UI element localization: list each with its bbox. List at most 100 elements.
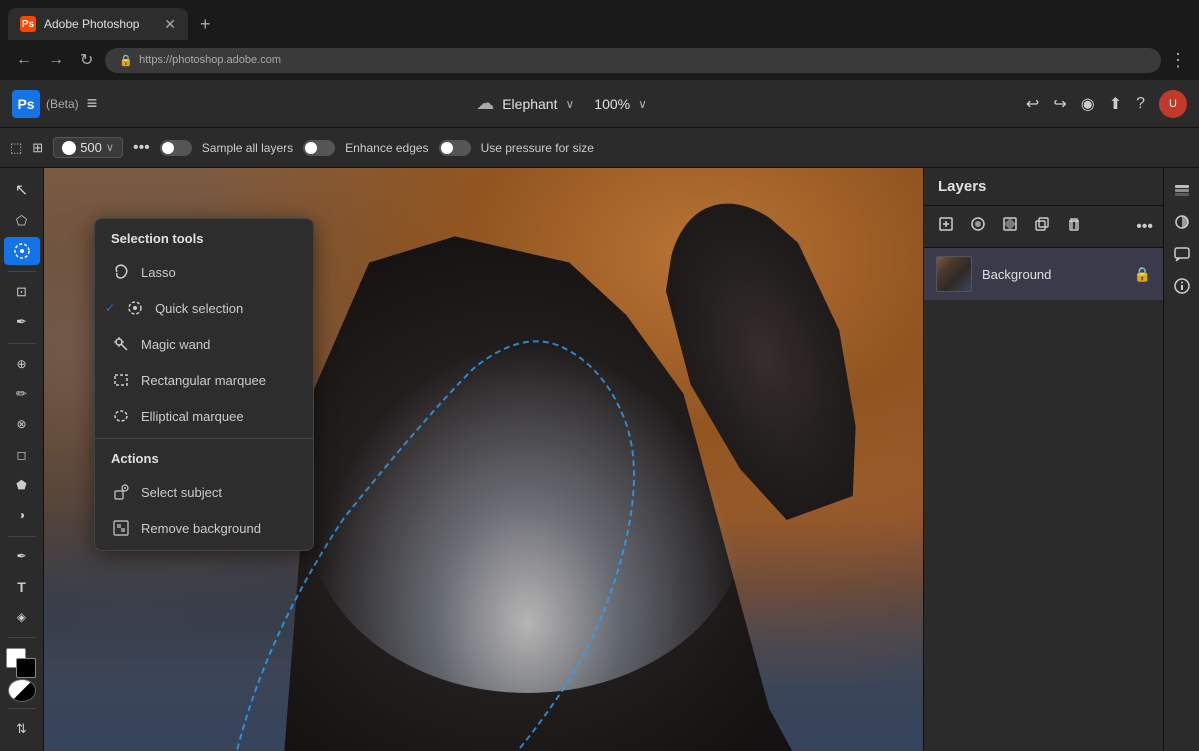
shape-tool-button[interactable]: ◈: [4, 603, 40, 631]
background-layer-item[interactable]: Background 🔒: [924, 248, 1163, 300]
adjustment-layer-button[interactable]: [998, 212, 1022, 241]
refresh-button[interactable]: ↻: [76, 46, 97, 74]
zoom-level: 100%: [594, 96, 630, 112]
polygon-tool-button[interactable]: ⬠: [4, 206, 40, 234]
discover-button[interactable]: ◉: [1081, 94, 1095, 114]
enhance-edges-knob: [305, 142, 317, 154]
photoshop-app: Ps (Beta) ≡ ☁ Elephant ∨ 100% ∨ ↩ ↪ ◉ ⬆ …: [0, 80, 1199, 751]
url-text: https://photoshop.adobe.com: [139, 54, 281, 66]
hamburger-menu-button[interactable]: ≡: [87, 93, 98, 114]
panel-more-button[interactable]: •••: [1136, 218, 1153, 236]
remove-background-item[interactable]: Remove background: [95, 510, 313, 550]
dodge-tool-button[interactable]: ◑: [4, 501, 40, 529]
select-subject-item[interactable]: Select subject: [95, 474, 313, 510]
heal-tool-button[interactable]: ⊕: [4, 349, 40, 377]
brush-circle-icon: [62, 141, 76, 155]
sort-tool-button[interactable]: ⇅: [4, 715, 40, 743]
lasso-tool-item[interactable]: Lasso: [95, 254, 313, 290]
toolbar-divider5: [8, 708, 36, 709]
move-tool-button[interactable]: ↖: [4, 176, 40, 204]
toolbar-right: ↩ ↪ ◉ ⬆ ? U: [1026, 90, 1187, 118]
comments-icon-button[interactable]: [1168, 240, 1196, 268]
toolbar-center: ☁ Elephant ∨ 100% ∨: [97, 93, 1026, 114]
help-button[interactable]: ?: [1136, 95, 1145, 113]
add-mask-button[interactable]: [966, 212, 990, 241]
magic-wand-icon: [111, 334, 131, 354]
more-options-button[interactable]: •••: [133, 139, 150, 157]
layers-icon-button[interactable]: [1168, 176, 1196, 204]
new-tab-button[interactable]: +: [192, 10, 219, 39]
toolbar-divider2: [8, 343, 36, 344]
quick-selection-item[interactable]: ✓ Quick selection: [95, 290, 313, 326]
address-bar: ← → ↻ 🔒 https://photoshop.adobe.com ⋮: [0, 40, 1199, 80]
select-subject-icon: [111, 482, 131, 502]
pressure-toggle[interactable]: [439, 140, 471, 156]
eraser-tool-button[interactable]: ◻: [4, 440, 40, 468]
undo-button[interactable]: ↩: [1026, 94, 1039, 114]
active-tab[interactable]: Ps Adobe Photoshop ✕: [8, 8, 188, 40]
share-button[interactable]: ⬆: [1109, 94, 1122, 114]
select-subject-label: Select subject: [141, 485, 222, 500]
panel-toolbar: •••: [924, 206, 1163, 248]
ellip-marquee-item[interactable]: Elliptical marquee: [95, 398, 313, 434]
gradient-tool-button[interactable]: ⬟: [4, 471, 40, 499]
enhance-edges-toggle[interactable]: [303, 140, 335, 156]
file-name: Elephant: [502, 96, 557, 112]
type-tool-button[interactable]: T: [4, 573, 40, 601]
delete-layer-button[interactable]: [1062, 212, 1086, 241]
forward-button[interactable]: →: [44, 47, 68, 73]
adjustments-icon-button[interactable]: [1168, 208, 1196, 236]
pen-tool-button[interactable]: ✒: [4, 542, 40, 570]
new-selection-button[interactable]: ⬚: [10, 140, 22, 156]
right-icon-strip: [1163, 168, 1199, 751]
sample-all-toggle[interactable]: [160, 140, 192, 156]
brush-tool-button[interactable]: ✏: [4, 380, 40, 408]
layer-thumbnail: [936, 256, 972, 292]
file-chevron-icon[interactable]: ∨: [565, 97, 574, 111]
app-toolbar: Ps (Beta) ≡ ☁ Elephant ∨ 100% ∨ ↩ ↪ ◉ ⬆ …: [0, 80, 1199, 128]
tab-title: Adobe Photoshop: [44, 17, 156, 31]
pressure-label: Use pressure for size: [481, 141, 594, 155]
cloud-icon: ☁: [476, 93, 494, 114]
crop-tool-button[interactable]: ⊡: [4, 278, 40, 306]
redo-button[interactable]: ↪: [1053, 94, 1066, 114]
blend-mode-button[interactable]: [8, 679, 36, 701]
info-icon-button[interactable]: [1168, 272, 1196, 300]
remove-background-icon: [111, 518, 131, 538]
enhance-edges-label: Enhance edges: [345, 141, 428, 155]
new-layer-button[interactable]: [934, 212, 958, 241]
new-selection-icon: ⬚: [10, 140, 22, 156]
lasso-icon: [111, 262, 131, 282]
layers-panel: Layers: [923, 168, 1163, 751]
color-swatches[interactable]: [6, 648, 38, 673]
browser-menu-button[interactable]: ⋮: [1169, 50, 1187, 71]
remove-background-label: Remove background: [141, 521, 261, 536]
zoom-chevron-icon[interactable]: ∨: [638, 97, 647, 111]
toolbar-divider: [8, 271, 36, 272]
avatar[interactable]: U: [1159, 90, 1187, 118]
back-button[interactable]: ←: [12, 47, 36, 73]
quick-selection-icon: [13, 242, 31, 260]
lock-icon: 🔒: [1134, 266, 1151, 283]
brush-size-control[interactable]: 500 ∨: [53, 137, 123, 158]
background-color: [16, 658, 36, 678]
layers-panel-title: Layers: [924, 168, 1163, 206]
eyedropper-tool-button[interactable]: ✒: [4, 308, 40, 336]
beta-label: (Beta): [46, 97, 79, 111]
url-bar[interactable]: 🔒 https://photoshop.adobe.com: [105, 48, 1161, 73]
dropdown-divider: [95, 438, 313, 439]
tab-bar: Ps Adobe Photoshop ✕ +: [0, 0, 1199, 40]
quick-selection-label: Quick selection: [155, 301, 243, 316]
rect-marquee-item[interactable]: Rectangular marquee: [95, 362, 313, 398]
tab-close-button[interactable]: ✕: [164, 16, 176, 33]
browser-chrome: Ps Adobe Photoshop ✕ + ← → ↻ 🔒 https://p…: [0, 0, 1199, 80]
toolbar-divider4: [8, 637, 36, 638]
actions-section-title: Actions: [95, 443, 313, 474]
add-selection-button[interactable]: ⊞: [32, 140, 43, 156]
left-toolbar: ↖ ⬠ ⊡ ✒ ⊕ ✏ ⊗ ◻ ⬟ ◑ ✒ T ◈: [0, 168, 44, 751]
clone-tool-button[interactable]: ⊗: [4, 410, 40, 438]
quick-selection-tool-button[interactable]: [4, 237, 40, 265]
magic-wand-item[interactable]: Magic wand: [95, 326, 313, 362]
smart-object-button[interactable]: [1030, 212, 1054, 241]
ellip-marquee-icon: [111, 406, 131, 426]
